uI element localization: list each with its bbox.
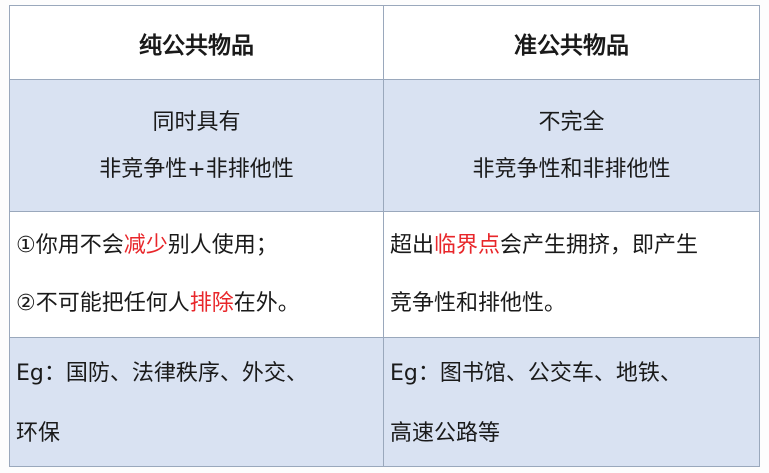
explanation-quasi-1-post: 会产生拥挤，即产生 — [500, 232, 699, 258]
examples-quasi-cell: Eg：图书馆、公交车、地铁、 高速公路等 — [383, 337, 760, 467]
definition-quasi-cell: 不完全 非竞争性和非排他性 — [383, 79, 760, 212]
explanation-quasi-line1: 超出临界点会产生拥挤，即产生 — [390, 217, 759, 275]
examples-pure-line2: 环保 — [16, 421, 61, 446]
examples-pure-line1: Eg：国防、法律秩序、外交、 — [16, 361, 308, 386]
highlight-reduce: 减少 — [123, 232, 168, 258]
definition-pure-cell: 同时具有 非竞争性+非排他性 — [9, 79, 384, 212]
explanation-pure-cell: ①你用不会减少别人使用； ②不可能把任何人排除在外。 — [9, 211, 384, 338]
explanation-quasi-cell: 超出临界点会产生拥挤，即产生 竞争性和排他性。 — [383, 211, 760, 338]
definition-quasi-line1: 不完全 — [538, 109, 605, 135]
definition-pure-line2: 非竞争性+非排他性 — [99, 156, 294, 182]
examples-quasi-line2: 高速公路等 — [390, 421, 501, 446]
definition-row: 同时具有 非竞争性+非排他性 不完全 非竞争性和非排他性 — [9, 79, 760, 212]
examples-pure-cell: Eg：国防、法律秩序、外交、 环保 — [9, 337, 384, 467]
definition-pure-line1: 同时具有 — [152, 109, 241, 135]
header-quasi-public-goods: 准公共物品 — [383, 5, 760, 80]
header-row: 纯公共物品 准公共物品 — [9, 5, 760, 80]
header-pure-public-goods: 纯公共物品 — [9, 5, 384, 80]
definition-quasi-line2: 非竞争性和非排他性 — [472, 156, 671, 182]
explanation-quasi-1-pre: 超出 — [390, 232, 435, 258]
comparison-table: 纯公共物品 准公共物品 同时具有 非竞争性+非排他性 不完全 非竞争性和非排他性… — [9, 5, 760, 467]
explanation-pure-1-pre: ①你用不会 — [16, 232, 124, 258]
explanation-pure-line2: ②不可能把任何人排除在外。 — [16, 275, 383, 333]
explanation-pure-1-post: 别人使用； — [167, 232, 278, 258]
highlight-exclude: 排除 — [189, 290, 234, 316]
slide: 纯公共物品 准公共物品 同时具有 非竞争性+非排他性 不完全 非竞争性和非排他性… — [0, 0, 769, 473]
explanation-quasi-line2: 竞争性和排他性。 — [390, 290, 567, 316]
explanation-pure-2-post: 在外。 — [233, 290, 300, 316]
explanation-row: ①你用不会减少别人使用； ②不可能把任何人排除在外。 超出临界点会产生拥挤，即产… — [9, 211, 760, 338]
explanation-pure-2-pre: ②不可能把任何人 — [16, 290, 190, 316]
explanation-pure-line1: ①你用不会减少别人使用； — [16, 217, 383, 275]
highlight-critical-point: 临界点 — [434, 232, 501, 258]
examples-quasi-line1: Eg：图书馆、公交车、地铁、 — [390, 361, 682, 386]
examples-row: Eg：国防、法律秩序、外交、 环保 Eg：图书馆、公交车、地铁、 高速公路等 — [9, 337, 760, 467]
